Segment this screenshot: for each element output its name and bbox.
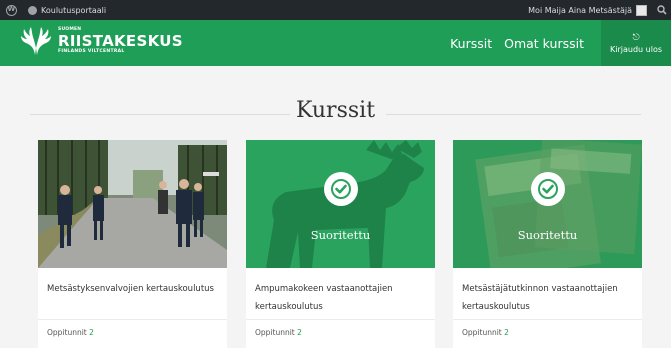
admin-bar: Koulutusportaali Moi Maija Aina Metsästä… <box>0 0 671 20</box>
logout-button[interactable]: ⎋ Kirjaudu ulos <box>601 20 671 66</box>
main-nav: Kurssit Omat kurssit ⎋ Kirjaudu ulos <box>445 20 671 66</box>
admin-bar-account[interactable]: Moi Maija Aina Metsästäjä <box>522 0 653 20</box>
course-image[interactable]: Suoritettu <box>453 140 642 268</box>
logo-title: RIISTAKESKUS <box>58 31 183 50</box>
nav-kurssit[interactable]: Kurssit <box>445 20 497 66</box>
course-card[interactable]: Suoritettu Ampumakokeen vastaanottajien … <box>246 140 435 348</box>
completed-overlay: Suoritettu <box>453 140 642 268</box>
admin-bar-site-name: Koulutusportaali <box>41 5 107 15</box>
page-title-row: Kurssit <box>0 98 671 128</box>
course-title[interactable]: Metsästäjätutkinnon vastaanottajien kert… <box>453 268 642 320</box>
lessons-count: 2 <box>89 328 94 337</box>
check-icon <box>530 172 565 206</box>
site-header: SUOMEN RIISTAKESKUS FINLANDS VILTCENTRAL… <box>0 20 671 66</box>
course-card[interactable]: Metsästyksenvalvojien kertauskoulutus Op… <box>38 140 227 348</box>
nav-omat-kurssit[interactable]: Omat kurssit <box>499 20 589 66</box>
avatar-icon <box>636 4 647 16</box>
course-lessons: Oppitunnit 2 <box>453 320 642 345</box>
completed-label: Suoritettu <box>310 228 371 242</box>
dashboard-icon <box>28 5 37 15</box>
course-title[interactable]: Ampumakokeen vastaanottajien kertauskoul… <box>246 268 435 320</box>
title-divider-right <box>386 114 641 115</box>
admin-bar-site-link[interactable]: Koulutusportaali <box>22 0 112 20</box>
admin-bar-howdy: Moi Maija Aina Metsästäjä <box>528 5 632 15</box>
completed-label: Suoritettu <box>517 228 578 242</box>
course-lessons: Oppitunnit 2 <box>38 320 227 345</box>
lessons-label: Oppitunnit <box>462 328 502 337</box>
course-image[interactable]: Suoritettu <box>246 140 435 268</box>
check-icon <box>323 172 358 206</box>
course-title[interactable]: Metsästyksenvalvojien kertauskoulutus <box>38 268 227 320</box>
antler-logo-icon <box>21 27 51 55</box>
lessons-label: Oppitunnit <box>47 328 87 337</box>
page-title: Kurssit <box>295 98 376 123</box>
course-card[interactable]: Suoritettu Metsästäjätutkinnon vastaanot… <box>453 140 642 348</box>
lessons-count: 2 <box>504 328 509 337</box>
lessons-label: Oppitunnit <box>255 328 295 337</box>
lessons-count: 2 <box>297 328 302 337</box>
course-photo[interactable] <box>38 140 227 268</box>
logo-subtitle: FINLANDS VILTCENTRAL <box>58 48 125 54</box>
course-lessons: Oppitunnit 2 <box>246 320 435 345</box>
wordpress-icon[interactable] <box>0 0 22 20</box>
site-logo[interactable]: SUOMEN RIISTAKESKUS FINLANDS VILTCENTRAL <box>20 26 183 56</box>
logout-label: Kirjaudu ulos <box>610 44 662 54</box>
logout-icon: ⎋ <box>632 32 640 43</box>
completed-overlay: Suoritettu <box>246 140 435 268</box>
search-icon[interactable] <box>653 0 671 20</box>
